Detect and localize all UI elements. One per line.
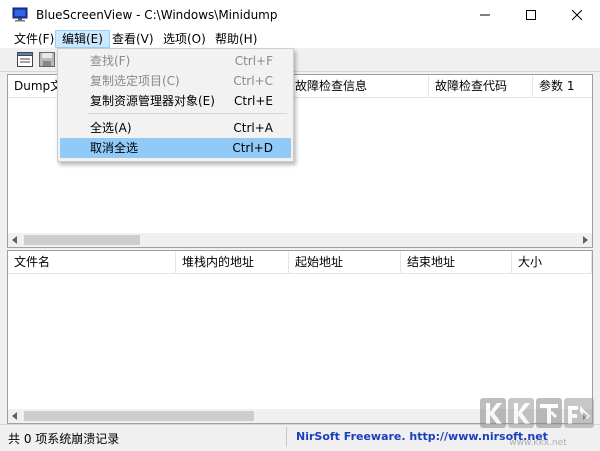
scroll-left-icon[interactable]	[8, 409, 22, 423]
column-bugcheck-code[interactable]: 故障检查代码	[429, 75, 533, 97]
bluescreen-app-icon	[12, 7, 28, 22]
menu-item-shortcut: Ctrl+D	[232, 141, 273, 155]
title-bar: BlueScreenView - C:\Windows\Minidump	[0, 0, 600, 30]
crash-list-hscrollbar[interactable]	[8, 233, 592, 247]
menu-edit[interactable]: 编辑(E)	[55, 30, 110, 48]
menu-item-shortcut: Ctrl+A	[233, 121, 273, 135]
menu-item-select-all[interactable]: 全选(A) Ctrl+A	[60, 118, 291, 138]
menu-item-find[interactable]: 查找(F) Ctrl+F	[60, 51, 291, 71]
column-size[interactable]: 大小	[512, 251, 592, 273]
column-from-address[interactable]: 起始地址	[289, 251, 401, 273]
window-title: BlueScreenView - C:\Windows\Minidump	[36, 8, 278, 22]
watermark-url: www.kkx.net	[509, 438, 567, 448]
column-parameter-1[interactable]: 参数 1	[533, 75, 592, 97]
menu-item-label: 全选(A)	[90, 121, 132, 135]
status-crash-count: 共 0 项系统崩溃记录	[8, 432, 120, 446]
menu-separator	[88, 113, 287, 114]
properties-icon[interactable]	[17, 52, 33, 67]
menu-item-shortcut: Ctrl+C	[233, 74, 273, 88]
menu-item-label: 取消全选	[90, 141, 139, 155]
menu-view[interactable]: 查看(V)	[106, 30, 160, 48]
scroll-left-icon[interactable]	[8, 233, 22, 247]
menu-help[interactable]: 帮助(H)	[209, 30, 263, 48]
column-address-in-stack[interactable]: 堆栈内的地址	[176, 251, 289, 273]
minimize-icon	[480, 14, 490, 16]
maximize-button[interactable]	[508, 0, 554, 30]
column-filename[interactable]: 文件名	[8, 251, 176, 273]
save-icon[interactable]	[39, 52, 55, 67]
status-divider	[286, 427, 287, 447]
close-button[interactable]	[554, 0, 600, 30]
driver-list-header: 文件名 堆栈内的地址 起始地址 结束地址 大小	[8, 251, 592, 274]
column-bugcheck-string[interactable]: 故障检查信息	[289, 75, 429, 97]
kkx-watermark-logo: www.kkx.net	[480, 398, 594, 448]
edit-menu-dropdown: 查找(F) Ctrl+F 复制选定项目(C) Ctrl+C 复制资源管理器对象(…	[57, 48, 294, 162]
scroll-thumb[interactable]	[24, 235, 140, 245]
menu-item-copy-selected[interactable]: 复制选定项目(C) Ctrl+C	[60, 71, 291, 91]
menu-item-copy-explorer-object[interactable]: 复制资源管理器对象(E) Ctrl+E	[60, 91, 291, 111]
app-window: BlueScreenView - C:\Windows\Minidump 文件(…	[0, 0, 600, 451]
menu-options[interactable]: 选项(O)	[157, 30, 212, 48]
minimize-button[interactable]	[462, 0, 508, 30]
maximize-icon	[526, 10, 536, 20]
menu-bar: 文件(F) 编辑(E) 查看(V) 选项(O) 帮助(H)	[0, 30, 600, 48]
menu-item-shortcut: Ctrl+E	[234, 94, 273, 108]
column-to-address[interactable]: 结束地址	[401, 251, 512, 273]
close-icon	[572, 10, 582, 20]
menu-file[interactable]: 文件(F)	[8, 30, 60, 48]
scroll-right-icon[interactable]	[578, 233, 592, 247]
menu-item-deselect-all[interactable]: 取消全选 Ctrl+D	[60, 138, 291, 158]
menu-item-label: 复制资源管理器对象(E)	[90, 94, 215, 108]
menu-item-label: 查找(F)	[90, 54, 131, 68]
scroll-thumb[interactable]	[24, 411, 254, 421]
menu-item-shortcut: Ctrl+F	[234, 54, 273, 68]
menu-item-label: 复制选定项目(C)	[90, 74, 180, 88]
